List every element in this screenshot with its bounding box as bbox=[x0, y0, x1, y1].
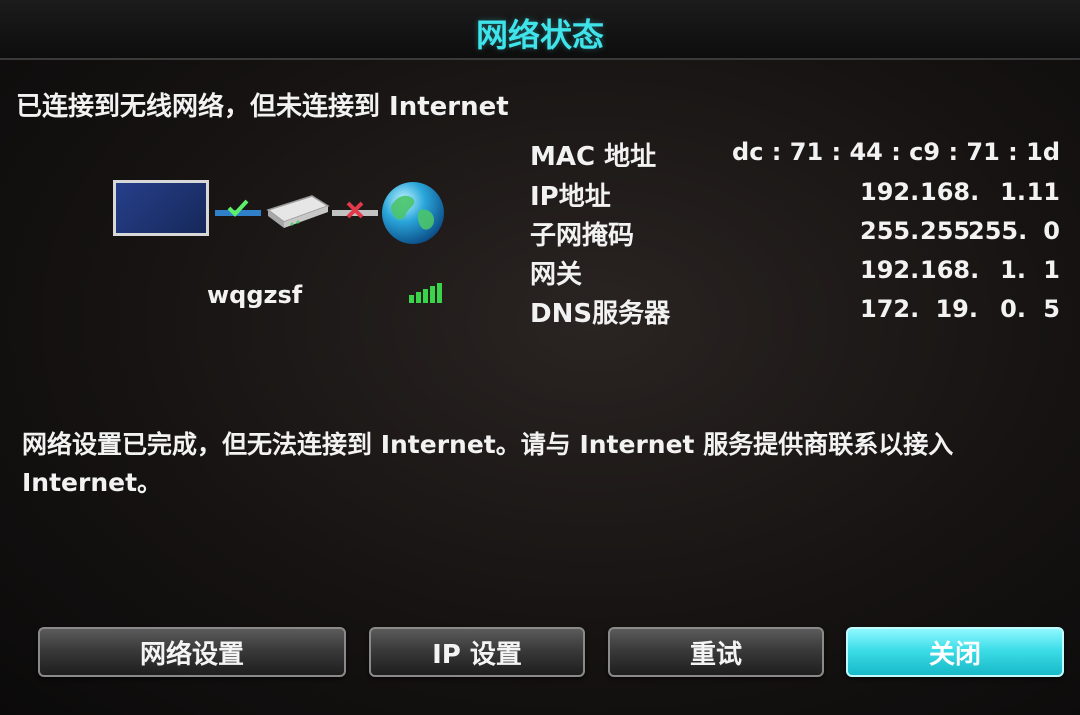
network-ssid: wqgzsf bbox=[207, 281, 303, 309]
router-icon bbox=[266, 195, 330, 228]
mac-address-label: MAC 地址 bbox=[530, 142, 657, 172]
disconnected-x-icon bbox=[332, 201, 378, 219]
network-settings-button[interactable]: 网络设置 bbox=[38, 627, 346, 677]
signal-strength-icon bbox=[409, 283, 442, 303]
dns-octet-4: 5 bbox=[1043, 295, 1060, 323]
ip-address-value: 192. 168. 1. 11 bbox=[820, 178, 1060, 212]
gateway-row: 网关 192. 168. 1. 1 bbox=[530, 254, 1060, 290]
ip-address-row: IP地址 192. 168. 1. 11 bbox=[530, 176, 1060, 212]
subnet-mask-row: 子网掩码 255. 255. 255. 0 bbox=[530, 215, 1060, 251]
ip-octet-1: 192. bbox=[860, 178, 920, 206]
gateway-octet-1: 192. bbox=[860, 256, 920, 284]
ip-octet-4: 11 bbox=[1026, 178, 1060, 206]
dns-server-label: DNS服务器 bbox=[530, 299, 671, 329]
dns-octet-1: 172. bbox=[860, 295, 920, 323]
subnet-mask-value: 255. 255. 255. 0 bbox=[820, 217, 1060, 251]
gateway-value: 192. 168. 1. 1 bbox=[820, 256, 1060, 290]
window-title: 网络状态 bbox=[475, 16, 604, 54]
tv-icon bbox=[113, 180, 209, 236]
close-button[interactable]: 关闭 bbox=[846, 627, 1064, 677]
dns-server-row: DNS服务器 172. 19. 0. 5 bbox=[530, 293, 1060, 329]
subnet-mask-label: 子网掩码 bbox=[530, 221, 635, 251]
mac-address-row: MAC 地址 dc : 71 : 44 : c9 : 71 : 1d bbox=[530, 136, 1060, 172]
gateway-octet-4: 1 bbox=[1043, 256, 1060, 284]
mac-address-value: dc : 71 : 44 : c9 : 71 : 1d bbox=[732, 138, 1060, 166]
subnet-octet-1: 255. bbox=[860, 217, 920, 245]
title-bar: 网络状态 bbox=[0, 0, 1080, 60]
ip-settings-button[interactable]: IP 设置 bbox=[369, 627, 585, 677]
connection-status-text: 已连接到无线网络，但未连接到 Internet bbox=[16, 92, 509, 122]
dns-server-value: 172. 19. 0. 5 bbox=[820, 295, 1060, 329]
gateway-label: 网关 bbox=[530, 260, 583, 290]
ip-address-label: IP地址 bbox=[530, 182, 611, 212]
subnet-octet-4: 0 bbox=[1043, 217, 1060, 245]
retry-button[interactable]: 重试 bbox=[608, 627, 824, 677]
globe-icon bbox=[382, 182, 444, 244]
connected-check-icon bbox=[215, 199, 261, 217]
status-message: 网络设置已完成，但无法连接到 Internet。请与 Internet 服务提供… bbox=[22, 430, 954, 497]
